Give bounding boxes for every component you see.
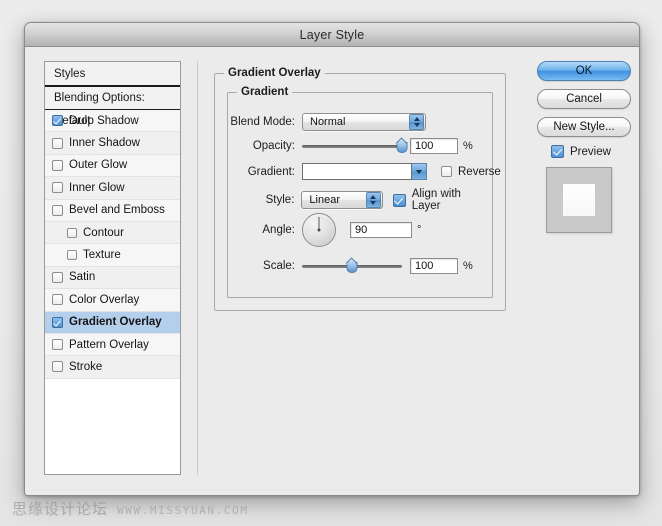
style-enable-checkbox[interactable] <box>52 339 63 350</box>
watermark-url: WWW.MISSYUAN.COM <box>117 504 249 517</box>
angle-input[interactable]: 90 <box>350 222 412 238</box>
dialog-buttons-column: OK Cancel New Style... Preview <box>537 61 627 233</box>
dialog-titlebar[interactable]: Layer Style <box>25 23 639 47</box>
scale-input[interactable]: 100 <box>410 258 458 274</box>
blend-mode-row: Blend Mode: Normal <box>228 113 426 131</box>
styles-list-header: Styles <box>45 62 180 87</box>
style-enable-checkbox[interactable] <box>52 160 63 171</box>
style-row-bevel-and-emboss[interactable]: Bevel and Emboss <box>45 200 180 222</box>
blend-mode-select[interactable]: Normal <box>302 113 426 131</box>
style-row-label: Satin <box>69 271 95 283</box>
gradient-group: Gradient Blend Mode: Normal Opacity: <box>227 92 493 298</box>
style-row-inner-shadow[interactable]: Inner Shadow <box>45 132 180 154</box>
style-enable-checkbox[interactable] <box>52 294 63 305</box>
opacity-slider-track <box>302 145 402 148</box>
chevron-updown-icon[interactable] <box>366 192 381 208</box>
style-enable-checkbox[interactable] <box>52 272 63 283</box>
style-row-label: Bevel and Emboss <box>69 204 165 216</box>
align-with-layer-checkbox[interactable] <box>393 194 406 207</box>
style-enable-checkbox[interactable] <box>67 250 77 260</box>
preview-thumbnail <box>546 167 612 233</box>
style-enable-checkbox[interactable] <box>52 205 63 216</box>
gradient-overlay-group-title: Gradient Overlay <box>224 67 325 79</box>
preview-thumbnail-shape <box>563 184 595 216</box>
style-row-texture[interactable]: Texture <box>45 244 180 266</box>
style-row-satin[interactable]: Satin <box>45 267 180 289</box>
style-enable-checkbox[interactable] <box>52 138 63 149</box>
watermark: 思缘设计论坛 WWW.MISSYUAN.COM <box>12 498 249 519</box>
angle-dial[interactable] <box>302 213 336 247</box>
style-enable-checkbox[interactable] <box>52 361 63 372</box>
watermark-chinese: 思缘设计论坛 <box>12 498 108 519</box>
angle-label: Angle: <box>228 224 302 236</box>
cancel-button[interactable]: Cancel <box>537 89 631 109</box>
gradient-overlay-panel: Gradient Overlay Gradient Blend Mode: No… <box>197 61 522 475</box>
style-row-pattern-overlay[interactable]: Pattern Overlay <box>45 334 180 356</box>
scale-label: Scale: <box>228 260 302 272</box>
style-enable-checkbox[interactable] <box>67 228 77 238</box>
scale-slider-thumb[interactable] <box>347 260 358 273</box>
reverse-label: Reverse <box>458 166 501 178</box>
preview-checkbox-wrap[interactable]: Preview <box>551 145 627 158</box>
align-with-layer-label: Align with Layer <box>412 188 492 212</box>
dialog-title: Layer Style <box>300 28 365 42</box>
gradient-label: Gradient: <box>228 166 302 178</box>
blend-mode-label: Blend Mode: <box>228 116 302 128</box>
styles-list-items: Drop Shadow Inner Shadow Outer Glow Inner G… <box>45 110 180 379</box>
style-row-label: Pattern Overlay <box>69 339 149 351</box>
opacity-label: Opacity: <box>228 140 302 152</box>
angle-unit: ° <box>417 224 421 236</box>
reverse-checkbox-wrap[interactable]: Reverse <box>441 166 501 178</box>
opacity-slider[interactable] <box>302 139 402 153</box>
style-row-stroke[interactable]: Stroke <box>45 356 180 378</box>
ok-button[interactable]: OK <box>537 61 631 81</box>
scale-slider[interactable] <box>302 259 402 273</box>
reverse-checkbox[interactable] <box>441 166 452 177</box>
angle-dial-hub <box>318 229 321 232</box>
opacity-unit: % <box>463 140 473 152</box>
style-row-contour[interactable]: Contour <box>45 222 180 244</box>
align-with-layer-wrap[interactable]: Align with Layer <box>393 188 492 212</box>
style-value: Linear <box>302 194 365 206</box>
scale-unit: % <box>463 260 473 272</box>
new-style-button[interactable]: New Style... <box>537 117 631 137</box>
style-row-label: Inner Glow <box>69 182 125 194</box>
style-row-label: Texture <box>83 249 121 261</box>
opacity-slider-thumb[interactable] <box>397 140 408 153</box>
style-row-label: Inner Shadow <box>69 137 140 149</box>
style-row: Style: Linear Align with Layer <box>228 188 492 212</box>
opacity-input[interactable]: 100 <box>410 138 458 154</box>
gradient-overlay-group: Gradient Overlay Gradient Blend Mode: No… <box>214 73 506 311</box>
style-row-gradient-overlay[interactable]: Gradient Overlay <box>45 312 180 334</box>
blending-options-row[interactable]: Blending Options: Default <box>45 87 180 110</box>
layer-style-dialog: Layer Style Styles Blending Options: Def… <box>24 22 640 496</box>
gradient-swatch[interactable] <box>302 163 412 180</box>
style-select[interactable]: Linear <box>301 191 382 209</box>
gradient-group-title: Gradient <box>237 86 292 98</box>
style-row-label: Gradient Overlay <box>69 316 162 328</box>
angle-row: Angle: 90 ° <box>228 213 421 247</box>
preview-checkbox[interactable] <box>551 145 564 158</box>
style-row-label: Drop Shadow <box>69 115 139 127</box>
style-enable-checkbox[interactable] <box>52 182 63 193</box>
chevron-down-icon[interactable] <box>412 163 427 180</box>
style-enable-checkbox[interactable] <box>52 115 63 126</box>
blend-mode-value: Normal <box>303 116 409 128</box>
scale-row: Scale: 100 % <box>228 258 473 274</box>
style-row-label: Stroke <box>69 361 102 373</box>
style-label: Style: <box>228 194 301 206</box>
style-row-color-overlay[interactable]: Color Overlay <box>45 289 180 311</box>
style-row-label: Contour <box>83 227 124 239</box>
preview-label: Preview <box>570 146 611 158</box>
chevron-updown-icon[interactable] <box>409 114 424 130</box>
style-row-label: Color Overlay <box>69 294 139 306</box>
style-enable-checkbox[interactable] <box>52 317 63 328</box>
style-row-outer-glow[interactable]: Outer Glow <box>45 155 180 177</box>
style-row-label: Outer Glow <box>69 159 127 171</box>
dialog-body: Styles Blending Options: Default Drop Sh… <box>25 47 639 496</box>
styles-list-panel: Styles Blending Options: Default Drop Sh… <box>44 61 181 475</box>
style-row-inner-glow[interactable]: Inner Glow <box>45 177 180 199</box>
gradient-row: Gradient: Reverse <box>228 163 501 180</box>
opacity-row: Opacity: 100 % <box>228 138 473 154</box>
